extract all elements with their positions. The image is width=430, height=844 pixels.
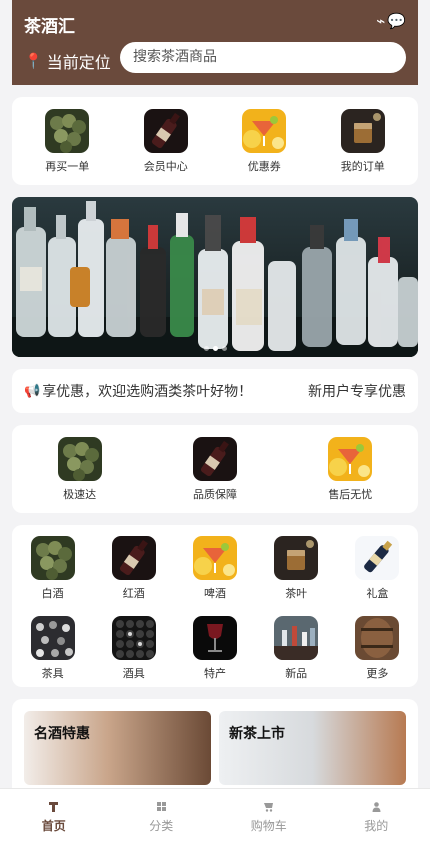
wine-rack-icon — [112, 616, 156, 660]
quick-action-label: 再买一单 — [45, 160, 90, 173]
app-title: 茶酒汇 — [24, 17, 75, 37]
feature-title: 新茶上市 — [229, 726, 285, 742]
tab-profile[interactable]: 我的 — [323, 789, 430, 844]
whisky-glass-icon — [341, 109, 385, 153]
grapes-icon — [45, 109, 89, 153]
category-label: 白酒 — [41, 587, 64, 600]
wine-bottle-icon — [193, 437, 237, 481]
chat-bubble-icon[interactable]: 💬 — [387, 12, 406, 30]
category-gift-box[interactable]: 礼盒 — [337, 536, 418, 608]
category-label: 茶具 — [41, 666, 64, 680]
wine-bottle-icon — [112, 536, 156, 580]
wine-glass-icon — [193, 616, 237, 660]
service-label: 售后无忧 — [328, 488, 373, 501]
location-pin-icon: 📍 — [24, 52, 43, 70]
service-quality[interactable]: 品质保障 — [160, 437, 270, 513]
category-more[interactable]: 更多 — [337, 616, 418, 688]
category-tea-set[interactable]: 茶具 — [12, 616, 93, 688]
quick-actions: 再买一单 会员中心 优惠券 我的订单 — [12, 97, 418, 185]
service-label: 极速达 — [63, 488, 97, 501]
megaphone-icon: 📢 — [24, 383, 41, 399]
service-aftersales[interactable]: 售后无忧 — [295, 437, 405, 513]
cocktail-icon — [328, 437, 372, 481]
category-label: 红酒 — [122, 587, 145, 600]
feature-card-new-tea[interactable]: 新茶上市 — [219, 711, 406, 785]
carousel-indicator — [12, 346, 418, 351]
tab-label: 我的 — [364, 819, 389, 833]
champagne-icon — [355, 536, 399, 580]
feature-card-liquor-deals[interactable]: 名酒特惠 — [24, 711, 211, 785]
category-barware[interactable]: 酒具 — [93, 616, 174, 688]
carousel-dot[interactable] — [203, 346, 209, 351]
location-label: 当前定位 — [46, 53, 111, 72]
tab-home[interactable]: 首页 — [0, 789, 108, 844]
category-label: 更多 — [366, 666, 389, 680]
header-icons: ⌁ 💬 — [376, 12, 406, 30]
category-tea[interactable]: 茶叶 — [256, 536, 337, 608]
category-label: 特产 — [203, 666, 226, 680]
wave-icon[interactable]: ⌁ — [376, 12, 385, 30]
notice-promo[interactable]: 新用户专享优惠 — [308, 381, 406, 401]
service-express[interactable]: 极速达 — [25, 437, 135, 513]
crowd-icon — [31, 616, 75, 660]
category-grid: 白酒 红酒 啤酒 茶叶 礼盒 茶具 酒具 特产 新品 更多 — [12, 525, 418, 687]
grapes-icon — [31, 536, 75, 580]
barrel-icon — [355, 616, 399, 660]
category-label: 茶叶 — [285, 587, 308, 600]
location-selector[interactable]: 📍 当前定位 — [24, 49, 111, 73]
service-label: 品质保障 — [192, 488, 237, 501]
tab-cart[interactable]: 购物车 — [215, 789, 323, 844]
quick-action-coupons[interactable]: 优惠券 — [224, 109, 304, 174]
quick-action-rebuy[interactable]: 再买一单 — [27, 109, 107, 174]
quick-action-label: 会员中心 — [143, 160, 188, 173]
category-label: 新品 — [285, 666, 308, 680]
notice-bar[interactable]: 📢 享优惠，欢迎选购酒类茶叶好物！ 新用户专享优惠 — [12, 369, 418, 413]
tab-label: 分类 — [149, 819, 174, 833]
tab-category[interactable]: 分类 — [108, 789, 216, 844]
quick-action-label: 优惠券 — [247, 160, 281, 173]
bar-icon — [274, 616, 318, 660]
quick-action-my-orders[interactable]: 我的订单 — [323, 109, 403, 174]
category-label: 酒具 — [122, 666, 145, 680]
category-red-wine[interactable]: 红酒 — [93, 536, 174, 608]
cocktail-icon — [193, 536, 237, 580]
category-baijiu[interactable]: 白酒 — [12, 536, 93, 608]
feature-promos: 名酒特惠 新茶上市 — [12, 699, 418, 789]
cocktail-icon — [242, 109, 286, 153]
whisky-glass-icon — [274, 536, 318, 580]
category-label: 啤酒 — [203, 587, 226, 600]
bottom-tab-bar: 首页 分类 购物车 我的 — [0, 788, 430, 844]
carousel-dot[interactable] — [221, 346, 227, 351]
home-icon — [49, 802, 59, 812]
category-specialty[interactable]: 特产 — [174, 616, 255, 688]
quick-action-label: 我的订单 — [340, 160, 385, 173]
category-label: 礼盒 — [366, 587, 389, 600]
header: 茶酒汇 ⌁ 💬 📍 当前定位 搜索茶酒商品 — [12, 0, 418, 85]
banner-image — [12, 201, 418, 357]
grid-icon — [156, 802, 166, 811]
user-icon — [372, 802, 381, 812]
search-input[interactable]: 搜索茶酒商品 — [120, 42, 406, 73]
tab-label: 购物车 — [250, 819, 287, 833]
service-guarantees: 极速达 品质保障 售后无忧 — [12, 425, 418, 513]
banner-carousel[interactable] — [12, 197, 418, 357]
category-new[interactable]: 新品 — [256, 616, 337, 688]
feature-title: 名酒特惠 — [34, 726, 90, 742]
grapes-icon — [58, 437, 102, 481]
carousel-dot-active[interactable] — [212, 346, 218, 351]
cart-icon — [264, 803, 274, 812]
quick-action-member-center[interactable]: 会员中心 — [126, 109, 206, 174]
tab-label: 首页 — [41, 819, 66, 833]
notice-text: 享优惠，欢迎选购酒类茶叶好物！ — [42, 384, 253, 400]
category-beer[interactable]: 啤酒 — [174, 536, 255, 608]
wine-bottle-icon — [144, 109, 188, 153]
